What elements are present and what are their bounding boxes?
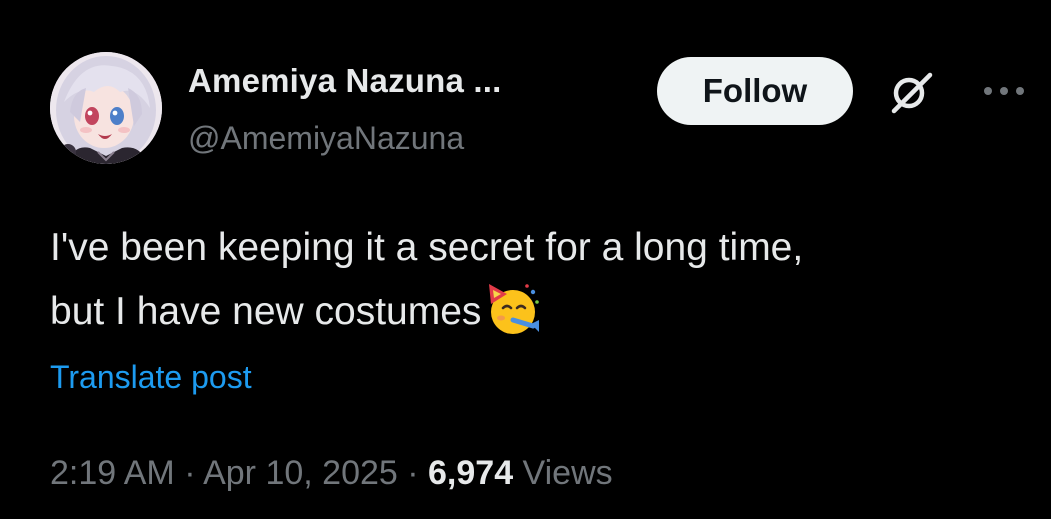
avatar[interactable] (50, 52, 162, 164)
views-label: Views (513, 454, 613, 492)
author-display-name[interactable]: Amemiya Nazuna ... (188, 62, 502, 100)
post-text: I've been keeping it a secret for a long… (50, 216, 1010, 344)
post-time[interactable]: 2:19 AM (50, 454, 175, 492)
avatar-image (50, 52, 162, 164)
meta-separator: · (174, 454, 204, 492)
meta-separator: · (397, 454, 429, 492)
grok-icon[interactable] (886, 70, 936, 114)
post-date[interactable]: Apr 10, 2025 (203, 454, 398, 492)
tweet-card: Amemiya Nazuna ... @AmemiyaNazuna Follow… (0, 0, 1051, 519)
follow-button[interactable]: Follow (657, 57, 853, 125)
post-text-segment: but I have new costumes (50, 290, 482, 333)
author-handle[interactable]: @AmemiyaNazuna (188, 120, 464, 157)
views-count[interactable]: 6,974 (428, 454, 513, 492)
more-options-icon[interactable] (981, 84, 1027, 98)
post-metadata: 2:19 AM · Apr 10, 2025 · 6,974 Views (50, 454, 613, 493)
partying-face-emoji-icon (483, 280, 541, 338)
post-text-line: I've been keeping it a secret for a long… (50, 226, 804, 269)
translate-post-link[interactable]: Translate post (50, 359, 252, 396)
post-text-line: but I have new costumes (50, 280, 1010, 344)
